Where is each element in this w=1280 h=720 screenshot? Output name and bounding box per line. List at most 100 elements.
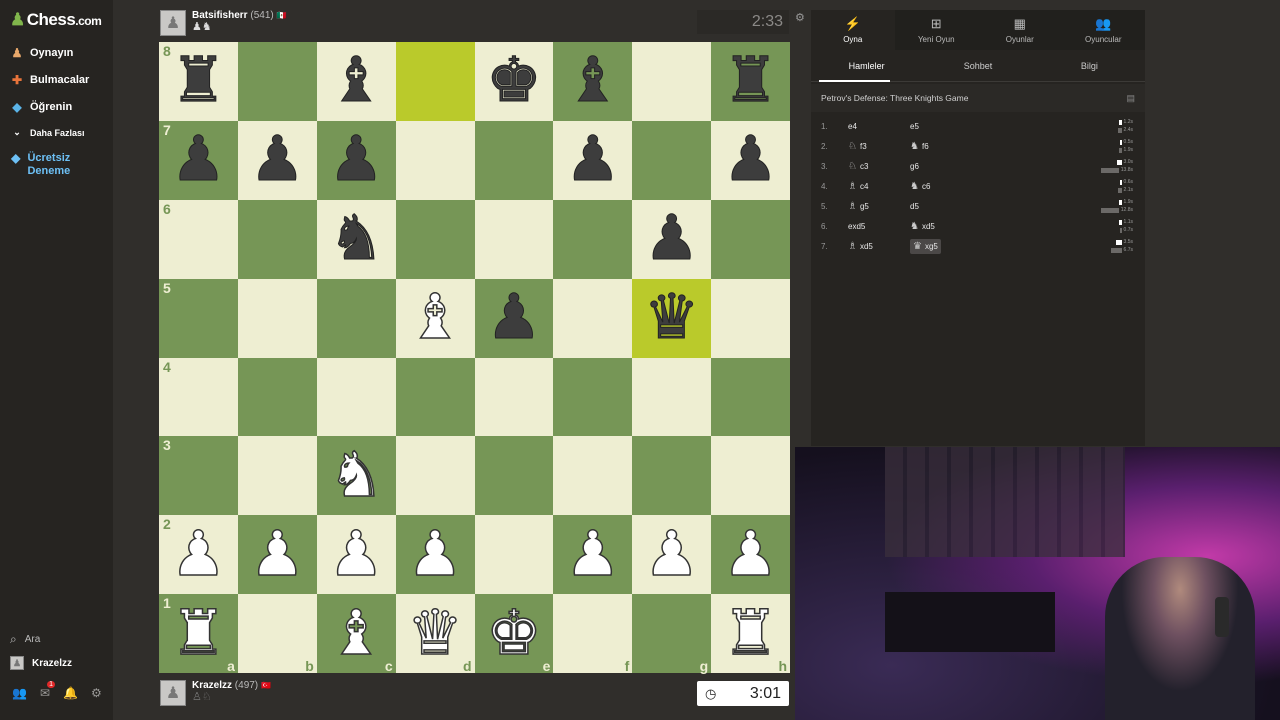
- square-c3[interactable]: ♞: [316, 436, 396, 516]
- chess-logo[interactable]: ♟ Chess.com: [10, 10, 102, 30]
- white-rook-piece[interactable]: ♜: [722, 601, 779, 665]
- black-bishop-piece[interactable]: ♝: [328, 49, 385, 112]
- square-h6[interactable]: [711, 199, 790, 279]
- black-pawn-piece[interactable]: ♟: [249, 128, 306, 191]
- square-e2[interactable]: [474, 515, 554, 595]
- subtab-moves[interactable]: Hamleler: [811, 50, 922, 82]
- square-f8[interactable]: ♝: [553, 42, 633, 121]
- bottom-player-avatar[interactable]: ♟: [160, 680, 186, 706]
- black-move[interactable]: ♞ c6: [910, 181, 972, 192]
- black-pawn-piece[interactable]: ♟: [643, 207, 700, 270]
- square-b4[interactable]: [237, 357, 317, 437]
- square-c8[interactable]: ♝: [316, 42, 396, 121]
- square-h7[interactable]: ♟: [711, 120, 790, 200]
- square-a2[interactable]: 2 ♟: [159, 515, 238, 595]
- square-e7[interactable]: [474, 120, 554, 200]
- white-move[interactable]: ♗ g5: [848, 201, 910, 212]
- top-player-name[interactable]: Batsifisherr: [192, 10, 248, 21]
- square-a3[interactable]: 3: [159, 436, 238, 516]
- square-g4[interactable]: [632, 357, 712, 437]
- square-d1[interactable]: d ♛: [395, 594, 475, 673]
- square-f7[interactable]: ♟: [553, 120, 633, 200]
- square-h1[interactable]: h ♜: [711, 594, 790, 673]
- square-f3[interactable]: [553, 436, 633, 516]
- square-g7[interactable]: [632, 120, 712, 200]
- square-f6[interactable]: [553, 199, 633, 279]
- tab-new-game[interactable]: ⊞ Yeni Oyun: [895, 10, 979, 50]
- square-b2[interactable]: ♟: [237, 515, 317, 595]
- square-h3[interactable]: [711, 436, 790, 516]
- square-g1[interactable]: g: [632, 594, 712, 673]
- square-d4[interactable]: [395, 357, 475, 437]
- square-b8[interactable]: [237, 42, 317, 121]
- square-g2[interactable]: ♟: [632, 515, 712, 595]
- black-king-piece[interactable]: ♚: [486, 49, 543, 112]
- white-pawn-piece[interactable]: ♟: [643, 522, 700, 586]
- subtab-chat[interactable]: Sohbet: [922, 50, 1033, 81]
- square-e5[interactable]: ♟: [474, 278, 554, 358]
- tab-play[interactable]: ⚡ Oyna: [811, 10, 895, 50]
- square-b7[interactable]: ♟: [237, 120, 317, 200]
- square-c2[interactable]: ♟: [316, 515, 396, 595]
- white-pawn-piece[interactable]: ♟: [564, 522, 621, 586]
- square-g6[interactable]: ♟: [632, 199, 712, 279]
- white-knight-piece[interactable]: ♞: [328, 444, 385, 508]
- square-c4[interactable]: [316, 357, 396, 437]
- black-rook-piece[interactable]: ♜: [170, 49, 227, 112]
- white-move[interactable]: ♗ c4: [848, 181, 910, 192]
- white-pawn-piece[interactable]: ♟: [722, 522, 779, 586]
- square-h2[interactable]: ♟: [711, 515, 790, 595]
- sidebar-item-learn[interactable]: ◆ Öğrenin: [10, 100, 72, 114]
- bottom-player-name[interactable]: Krazelzz: [192, 680, 232, 691]
- book-icon[interactable]: ▤: [1126, 93, 1135, 104]
- top-player-avatar[interactable]: ♟: [160, 10, 186, 36]
- square-a8[interactable]: 8 ♜: [159, 42, 238, 121]
- square-a6[interactable]: 6: [159, 199, 238, 279]
- square-d8[interactable]: [395, 42, 475, 121]
- white-bishop-piece[interactable]: ♝: [328, 601, 385, 665]
- square-b5[interactable]: [237, 278, 317, 358]
- square-f5[interactable]: [553, 278, 633, 358]
- friends-icon[interactable]: 👥: [12, 686, 27, 700]
- square-f2[interactable]: ♟: [553, 515, 633, 595]
- white-pawn-piece[interactable]: ♟: [170, 522, 227, 586]
- square-e3[interactable]: [474, 436, 554, 516]
- white-move[interactable]: ♘ f3: [848, 141, 910, 152]
- square-c1[interactable]: c ♝: [316, 594, 396, 673]
- white-pawn-piece[interactable]: ♟: [407, 522, 464, 586]
- chess-board[interactable]: 8 ♜ ♝ ♚ ♝ ♜ 7 ♟ ♟ ♟ ♟ ♟ 6 ♞ ♟ 5 ♝ ♟ ♛ 4 3 ♞ 2 ♟ ♟ ♟ ♟ ♟ ♟ ♟ 1 a ♜ b c ♝ d ♛ e ♚…: [159, 42, 790, 673]
- messages-icon[interactable]: ✉ 1: [40, 681, 56, 700]
- square-d3[interactable]: [395, 436, 475, 516]
- square-b3[interactable]: [237, 436, 317, 516]
- sidebar-item-free-trial[interactable]: ◆ Ücretsiz Deneme: [10, 152, 100, 178]
- square-f1[interactable]: f: [553, 594, 633, 673]
- opening-name[interactable]: Petrov's Defense: Three Knights Game: [821, 93, 968, 103]
- white-rook-piece[interactable]: ♜: [170, 601, 227, 665]
- square-c5[interactable]: [316, 278, 396, 358]
- square-b6[interactable]: [237, 199, 317, 279]
- bell-icon[interactable]: 🔔: [63, 686, 78, 700]
- black-move[interactable]: e5: [910, 122, 972, 131]
- white-pawn-piece[interactable]: ♟: [249, 522, 306, 586]
- black-pawn-piece[interactable]: ♟: [170, 128, 227, 191]
- user-item[interactable]: ♟ Krazelzz: [10, 656, 72, 670]
- square-d5[interactable]: ♝: [395, 278, 475, 358]
- square-d6[interactable]: [395, 199, 475, 279]
- white-move[interactable]: exd5: [848, 222, 910, 231]
- black-move[interactable]: d5: [910, 202, 972, 211]
- search-item[interactable]: ⌕ Ara: [10, 632, 40, 647]
- black-pawn-piece[interactable]: ♟: [565, 128, 622, 191]
- sidebar-item-play[interactable]: ♟ Oynayın: [10, 46, 74, 60]
- tab-games[interactable]: ▦ Oyunlar: [978, 10, 1062, 50]
- white-move[interactable]: ♗ xd5: [848, 241, 910, 252]
- black-move[interactable]: g6: [910, 162, 972, 171]
- white-pawn-piece[interactable]: ♟: [328, 522, 385, 586]
- square-a7[interactable]: 7 ♟: [159, 120, 238, 200]
- square-h8[interactable]: ♜: [711, 42, 790, 121]
- white-queen-piece[interactable]: ♛: [407, 601, 464, 665]
- white-bishop-piece[interactable]: ♝: [407, 286, 464, 350]
- square-d2[interactable]: ♟: [395, 515, 475, 595]
- square-a1[interactable]: 1 a ♜: [159, 594, 238, 673]
- black-bishop-piece[interactable]: ♝: [565, 49, 622, 112]
- board-settings-icon[interactable]: ⚙: [795, 11, 805, 24]
